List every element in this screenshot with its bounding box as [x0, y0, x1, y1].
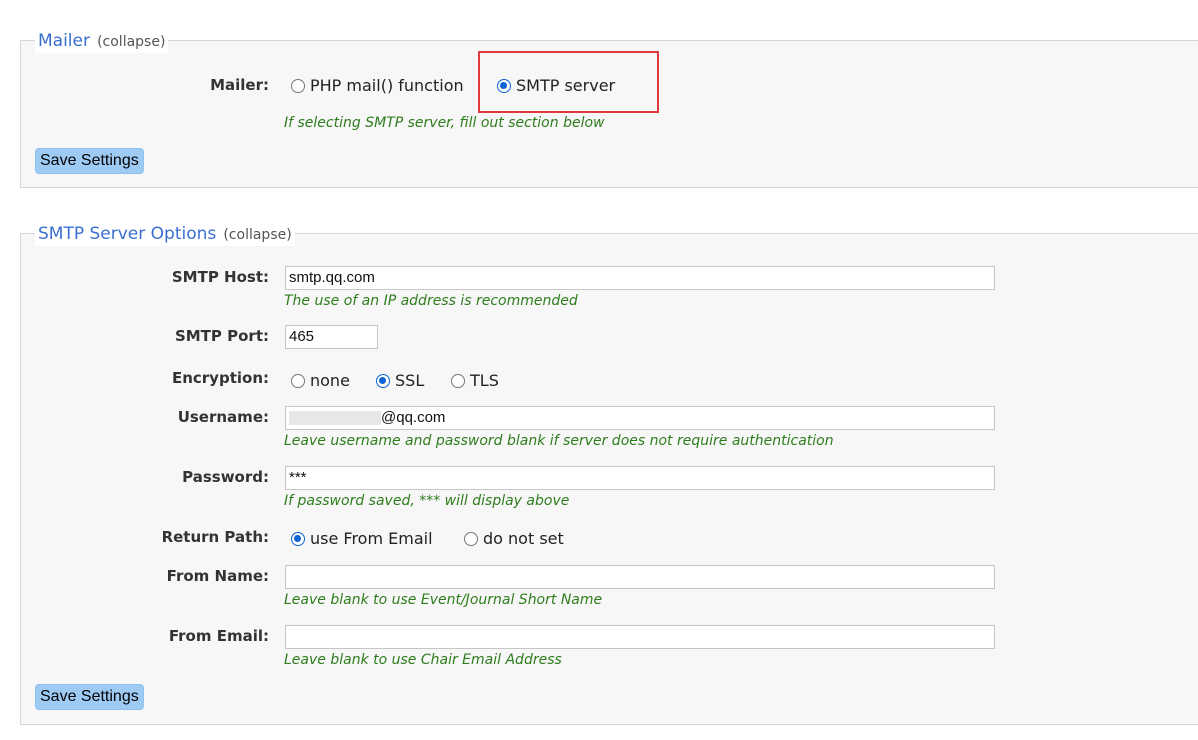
- radio-unchecked-icon[interactable]: [291, 374, 305, 388]
- smtp-legend-title: SMTP Server Options: [38, 224, 217, 244]
- mailer-label: Mailer:: [210, 76, 269, 94]
- from-name-label: From Name:: [166, 567, 269, 585]
- username-visible-value: @qq.com: [381, 409, 446, 426]
- return-path-option-do-not-set[interactable]: do not set: [464, 529, 564, 549]
- smtp-host-label: SMTP Host:: [171, 268, 269, 286]
- smtp-port-input[interactable]: 465: [285, 325, 378, 349]
- save-settings-button[interactable]: Save Settings: [35, 148, 144, 174]
- return-path-option-do-not-set-label: do not set: [483, 529, 564, 548]
- username-hint: Leave username and password blank if ser…: [284, 433, 834, 449]
- mailer-option-php-mail[interactable]: PHP mail() function: [291, 76, 464, 96]
- smtp-collapse-link[interactable]: (collapse): [223, 227, 291, 243]
- mailer-option-php-mail-label: PHP mail() function: [310, 76, 464, 95]
- from-email-label: From Email:: [168, 627, 269, 645]
- smtp-port-label: SMTP Port:: [174, 327, 269, 345]
- encryption-option-ssl[interactable]: SSL: [376, 371, 424, 391]
- mailer-section: Mailer (collapse) Mailer: PHP mail() fun…: [20, 30, 1198, 188]
- mailer-legend-title: Mailer: [38, 31, 90, 51]
- mailer-option-smtp-server-label: SMTP server: [516, 76, 616, 95]
- return-path-label: Return Path:: [161, 528, 269, 546]
- from-name-hint: Leave blank to use Event/Journal Short N…: [284, 592, 603, 608]
- from-email-hint: Leave blank to use Chair Email Address: [284, 652, 562, 668]
- return-path-option-use-from-email-label: use From Email: [310, 529, 433, 548]
- encryption-option-tls[interactable]: TLS: [451, 371, 499, 391]
- radio-checked-icon[interactable]: [291, 532, 305, 546]
- mailer-legend: Mailer (collapse): [35, 30, 169, 53]
- encryption-label: Encryption:: [171, 369, 269, 387]
- radio-checked-icon[interactable]: [376, 374, 390, 388]
- smtp-host-hint: The use of an IP address is recommended: [284, 293, 578, 309]
- redacted-username-patch: [289, 411, 381, 426]
- encryption-option-none[interactable]: none: [291, 371, 350, 391]
- mailer-collapse-link[interactable]: (collapse): [97, 34, 165, 50]
- password-label: Password:: [182, 468, 269, 486]
- radio-unchecked-icon[interactable]: [451, 374, 465, 388]
- radio-unchecked-icon[interactable]: [291, 79, 305, 93]
- mailer-option-smtp-server[interactable]: SMTP server: [497, 76, 615, 96]
- from-name-input[interactable]: [285, 565, 995, 589]
- radio-unchecked-icon[interactable]: [464, 532, 478, 546]
- radio-checked-icon[interactable]: [497, 79, 511, 93]
- username-input[interactable]: @qq.com: [285, 406, 995, 430]
- return-path-option-use-from-email[interactable]: use From Email: [291, 529, 433, 549]
- username-label: Username:: [177, 408, 269, 426]
- smtp-legend: SMTP Server Options (collapse): [35, 223, 295, 246]
- encryption-option-none-label: none: [310, 371, 350, 390]
- smtp-host-input[interactable]: smtp.qq.com: [285, 266, 995, 290]
- smtp-options-section: SMTP Server Options (collapse) SMTP Host…: [20, 223, 1198, 725]
- password-hint: If password saved, *** will display abov…: [284, 493, 570, 509]
- mailer-hint: If selecting SMTP server, fill out secti…: [284, 115, 605, 131]
- encryption-option-ssl-label: SSL: [395, 371, 425, 390]
- from-email-input[interactable]: [285, 625, 995, 649]
- encryption-option-tls-label: TLS: [470, 371, 499, 390]
- password-input[interactable]: ***: [285, 466, 995, 490]
- save-settings-button[interactable]: Save Settings: [35, 684, 144, 710]
